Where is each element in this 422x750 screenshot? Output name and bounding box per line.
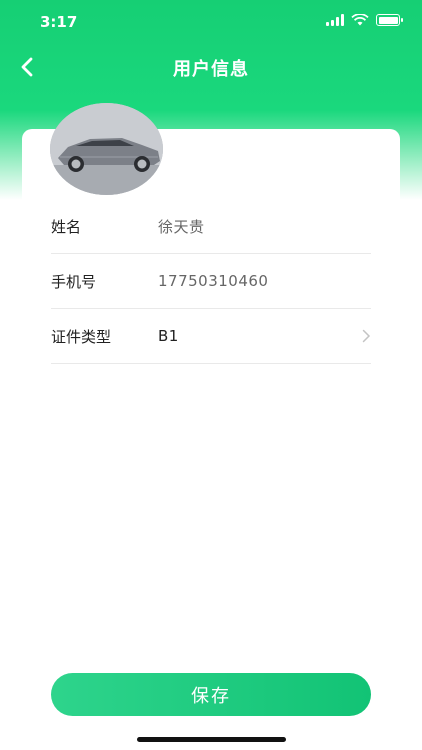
name-row: 姓名 徐天贵 (51, 199, 371, 254)
license-type-row[interactable]: 证件类型 B1 (51, 309, 371, 364)
nav-bar: 用户信息 (0, 44, 422, 90)
status-bar: 3:17 (0, 0, 422, 44)
name-label: 姓名 (51, 217, 82, 236)
avatar[interactable] (50, 103, 163, 195)
name-value: 徐天贵 (158, 217, 205, 236)
home-indicator (137, 737, 286, 742)
battery-icon (376, 14, 403, 26)
license-type-label: 证件类型 (51, 327, 112, 346)
status-icons (326, 14, 403, 26)
info-form: 姓名 徐天贵 手机号 17750310460 证件类型 B1 (51, 199, 371, 364)
phone-row: 手机号 17750310460 (51, 254, 371, 309)
car-photo-image (50, 103, 163, 195)
wifi-icon (351, 14, 369, 26)
chevron-right-icon (362, 329, 371, 343)
save-button[interactable]: 保存 (51, 673, 371, 716)
status-time: 3:17 (40, 13, 78, 31)
phone-label: 手机号 (51, 272, 97, 291)
signal-icon (326, 14, 344, 26)
license-type-value: B1 (158, 327, 179, 345)
phone-value: 17750310460 (158, 272, 269, 290)
page-title: 用户信息 (173, 59, 249, 80)
